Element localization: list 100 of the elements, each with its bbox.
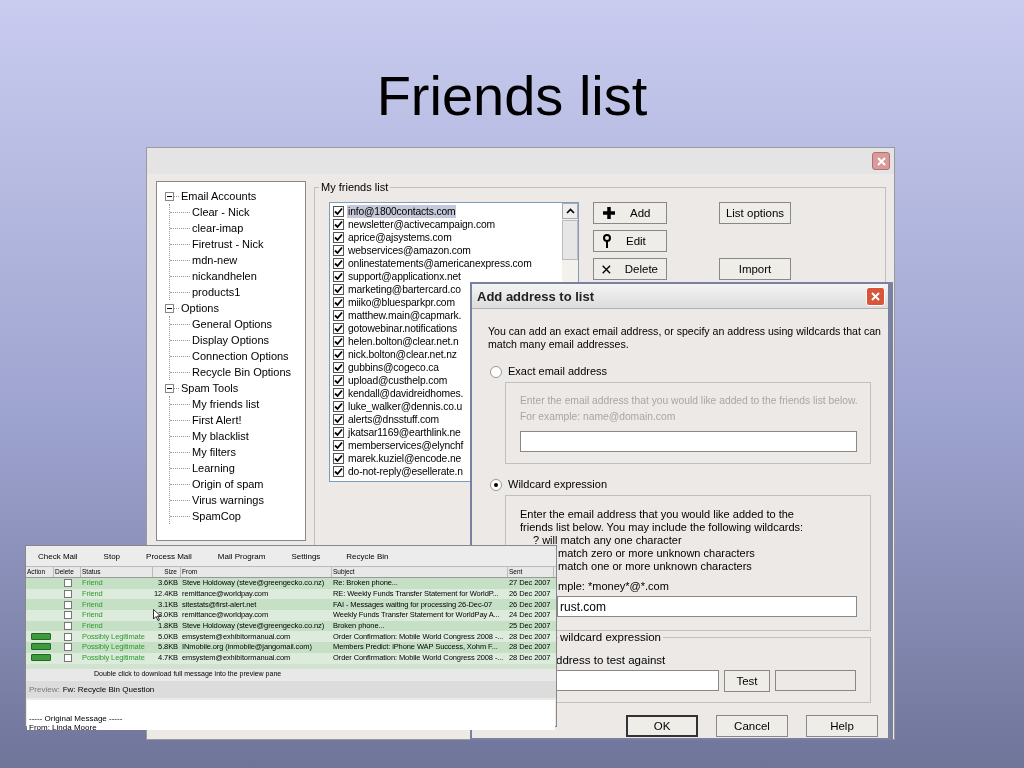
checkbox[interactable] — [333, 310, 344, 321]
tree-item[interactable]: Learning — [190, 460, 237, 476]
tree-item[interactable]: Connection Options — [190, 348, 291, 364]
friend-address[interactable]: gubbins@cogeco.ca — [347, 361, 440, 374]
collapse-icon[interactable] — [165, 303, 174, 313]
friend-address[interactable]: gotowebinar.notifications — [347, 322, 459, 335]
dialog-button[interactable]: List options — [719, 202, 791, 224]
add-button[interactable]: Add — [593, 202, 667, 224]
close-button[interactable] — [872, 152, 890, 170]
toolbar-button[interactable]: Stop — [91, 551, 135, 561]
toolbar-button[interactable]: Mail Program — [205, 551, 280, 561]
checkbox[interactable] — [333, 466, 344, 477]
friend-address[interactable]: marketing@bartercard.co — [347, 283, 462, 296]
tree-item[interactable]: Clear - Nick — [190, 204, 252, 220]
checkbox[interactable] — [333, 258, 344, 269]
collapse-icon[interactable] — [165, 383, 174, 393]
dialog-button[interactable]: Help — [806, 715, 878, 737]
friend-address[interactable]: aprice@ajsystems.com — [347, 231, 453, 244]
test-address-field[interactable] — [556, 670, 719, 691]
friend-address[interactable]: kendall@davidreidhomes. — [347, 387, 465, 400]
friend-address[interactable]: onlinestatements@americanexpress.com — [347, 257, 533, 270]
tree-item[interactable]: My filters — [190, 444, 238, 460]
delete-button[interactable]: Delete — [593, 258, 667, 280]
radio-option[interactable]: Exact email address — [490, 365, 608, 378]
checkbox[interactable] — [333, 440, 344, 451]
checkbox[interactable] — [333, 245, 344, 256]
checkbox[interactable] — [333, 297, 344, 308]
wildcard-field[interactable]: rust.com — [557, 596, 857, 617]
toolbar-button[interactable]: Settings — [279, 551, 335, 561]
tree-item[interactable]: My friends list — [190, 396, 262, 412]
edit-button[interactable]: Edit — [593, 230, 667, 252]
tree-item[interactable]: Spam Tools — [179, 380, 241, 396]
friend-address[interactable]: matthew.main@capmark. — [347, 309, 463, 322]
checkbox[interactable] — [333, 453, 344, 464]
friend-address[interactable]: jkatsar1169@earthlink.ne — [347, 426, 462, 439]
test-button[interactable]: Test — [724, 670, 770, 692]
toolbar-button[interactable]: Process Mail — [134, 551, 206, 561]
friend-address[interactable]: miiko@bluesparkpr.com — [347, 296, 456, 309]
tree-item[interactable]: Options — [179, 300, 221, 316]
checkbox[interactable] — [333, 401, 344, 412]
delete-checkbox[interactable] — [64, 579, 72, 588]
friend-address[interactable]: memberservices@elynchf — [347, 439, 465, 452]
friend-address[interactable]: marek.kuziel@encode.ne — [347, 452, 463, 465]
checkbox[interactable] — [333, 206, 344, 217]
radio-option[interactable]: Wildcard expression — [490, 478, 608, 491]
checkbox[interactable] — [333, 284, 344, 295]
checkbox[interactable] — [333, 414, 344, 425]
tree-item[interactable]: First Alert! — [190, 412, 244, 428]
delete-checkbox[interactable] — [64, 643, 72, 652]
friend-address[interactable]: luke_walker@dennis.co.u — [347, 400, 464, 413]
checkbox[interactable] — [333, 232, 344, 243]
dialog-button[interactable]: Cancel — [716, 715, 788, 737]
collapse-icon[interactable] — [165, 191, 174, 201]
checkbox[interactable] — [333, 362, 344, 373]
friend-address[interactable]: nick.bolton@clear.net.nz — [347, 348, 458, 361]
tree-item[interactable]: General Options — [190, 316, 275, 332]
action-button[interactable] — [31, 654, 51, 662]
delete-checkbox[interactable] — [64, 611, 72, 620]
friend-address[interactable]: webservices@amazon.com — [347, 244, 472, 257]
checkbox[interactable] — [333, 427, 344, 438]
scrollbar-thumb[interactable] — [562, 220, 578, 260]
friend-address[interactable]: support@applicationx.net — [347, 270, 462, 283]
checkbox[interactable] — [333, 349, 344, 360]
dialog-button[interactable]: Import — [719, 258, 791, 280]
tree-item[interactable]: SpamCop — [190, 508, 243, 524]
friend-address[interactable]: info@1800contacts.com — [347, 205, 457, 218]
tree-item[interactable]: Display Options — [190, 332, 272, 348]
checkbox[interactable] — [333, 375, 344, 386]
checkbox[interactable] — [333, 271, 344, 282]
tree-item[interactable]: nickandhelen — [190, 268, 259, 284]
checkbox[interactable] — [333, 336, 344, 347]
delete-checkbox[interactable] — [64, 654, 72, 663]
action-button[interactable] — [31, 632, 51, 640]
tree-item[interactable]: Recycle Bin Options — [190, 364, 294, 380]
tree-item[interactable]: Email Accounts — [179, 188, 259, 204]
friend-address[interactable]: helen.bolton@clear.net.n — [347, 335, 460, 348]
delete-checkbox[interactable] — [64, 590, 72, 599]
checkbox[interactable] — [333, 323, 344, 334]
delete-checkbox[interactable] — [64, 632, 72, 641]
tree-item[interactable]: mdn-new — [190, 252, 240, 268]
toolbar-button[interactable]: Recycle Bin — [334, 551, 403, 561]
tree-item[interactable]: My blacklist — [190, 428, 251, 444]
checkbox[interactable] — [333, 219, 344, 230]
friend-address[interactable]: upload@custhelp.com — [347, 374, 449, 387]
delete-checkbox[interactable] — [64, 600, 72, 609]
friend-address[interactable]: newsletter@activecampaign.com — [347, 218, 496, 231]
tree-item[interactable]: clear-imap — [190, 220, 246, 236]
tree-item[interactable]: Virus warnings — [190, 492, 266, 508]
dialog-button[interactable]: OK — [626, 715, 698, 737]
tree-item[interactable]: Origin of spam — [190, 476, 266, 492]
friend-address[interactable]: do-not-reply@esellerate.n — [347, 465, 464, 478]
checkbox[interactable] — [333, 388, 344, 399]
delete-checkbox[interactable] — [64, 622, 72, 631]
friend-address[interactable]: alerts@dnsstuff.com — [347, 413, 440, 426]
action-button[interactable] — [31, 643, 51, 651]
tree-item[interactable]: Firetrust - Nick — [190, 236, 266, 252]
tree-item[interactable]: products1 — [190, 284, 243, 300]
toolbar-button[interactable]: Check Mail — [26, 551, 92, 561]
radio-button[interactable] — [490, 365, 502, 378]
radio-button[interactable] — [490, 478, 502, 491]
